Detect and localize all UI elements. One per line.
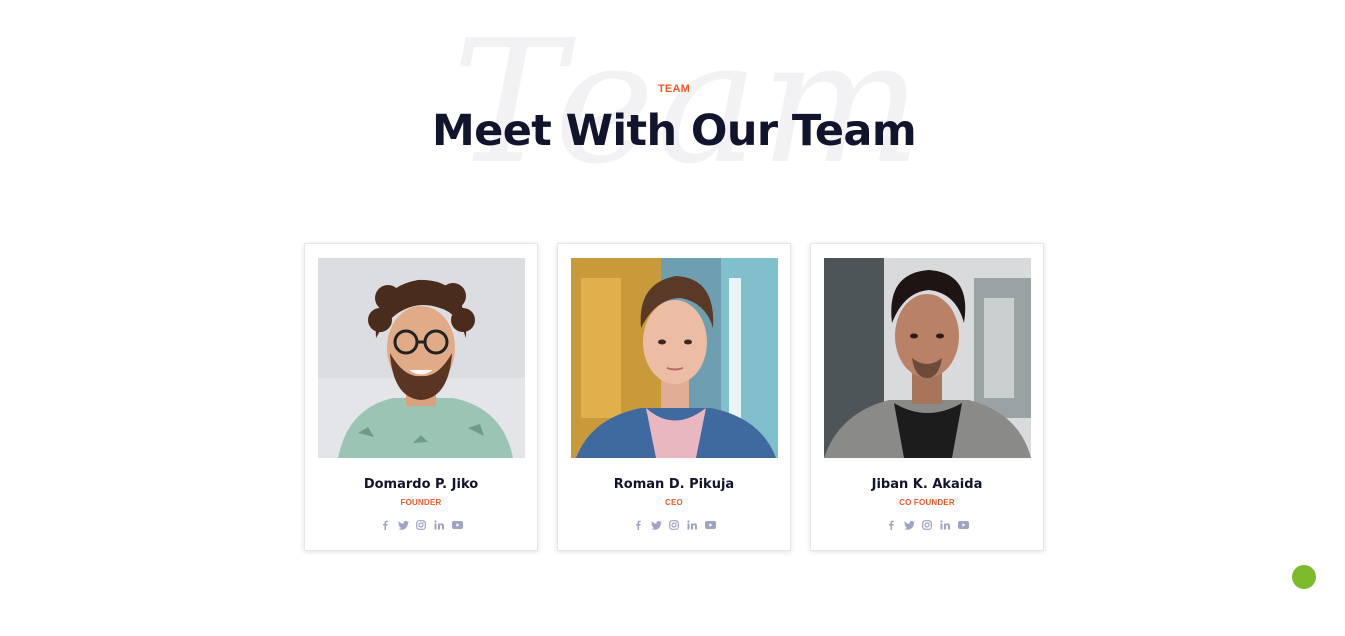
team-card: Roman D. Pikuja CEO bbox=[557, 243, 791, 551]
team-card: Domardo P. Jiko FOUNDER bbox=[304, 243, 538, 551]
member-photo bbox=[571, 258, 778, 458]
social-links bbox=[811, 519, 1043, 531]
member-role: FOUNDER bbox=[400, 498, 442, 507]
section-eyebrow: TEAM bbox=[658, 83, 690, 95]
member-photo bbox=[318, 258, 525, 458]
instagram-icon[interactable] bbox=[921, 519, 933, 531]
facebook-icon[interactable] bbox=[632, 519, 644, 531]
instagram-icon[interactable] bbox=[415, 519, 427, 531]
member-role: CO FOUNDER bbox=[899, 498, 955, 507]
member-role: CEO bbox=[665, 498, 683, 507]
member-name: Domardo P. Jiko bbox=[363, 477, 479, 492]
youtube-icon[interactable] bbox=[704, 519, 716, 531]
twitter-icon[interactable] bbox=[650, 519, 662, 531]
team-section-header: Team TEAM Meet With Our Team bbox=[0, 0, 1345, 200]
floating-action-button[interactable] bbox=[1292, 565, 1316, 589]
youtube-icon[interactable] bbox=[451, 519, 463, 531]
section-title: Meet With Our Team bbox=[431, 106, 917, 156]
youtube-icon[interactable] bbox=[957, 519, 969, 531]
member-name: Roman D. Pikuja bbox=[613, 477, 735, 492]
twitter-icon[interactable] bbox=[397, 519, 409, 531]
twitter-icon[interactable] bbox=[903, 519, 915, 531]
social-links bbox=[558, 519, 790, 531]
member-name: Jiban K. Akaida bbox=[871, 477, 983, 492]
member-photo bbox=[824, 258, 1031, 458]
linkedin-icon[interactable] bbox=[686, 519, 698, 531]
facebook-icon[interactable] bbox=[379, 519, 391, 531]
social-links bbox=[305, 519, 537, 531]
background-watermark-word: Team bbox=[452, 4, 924, 202]
team-card: Jiban K. Akaida CO FOUNDER bbox=[810, 243, 1044, 551]
facebook-icon[interactable] bbox=[885, 519, 897, 531]
linkedin-icon[interactable] bbox=[433, 519, 445, 531]
instagram-icon[interactable] bbox=[668, 519, 680, 531]
team-cards: Domardo P. Jiko FOUNDER Roman D. Pikuja … bbox=[304, 243, 1044, 551]
linkedin-icon[interactable] bbox=[939, 519, 951, 531]
